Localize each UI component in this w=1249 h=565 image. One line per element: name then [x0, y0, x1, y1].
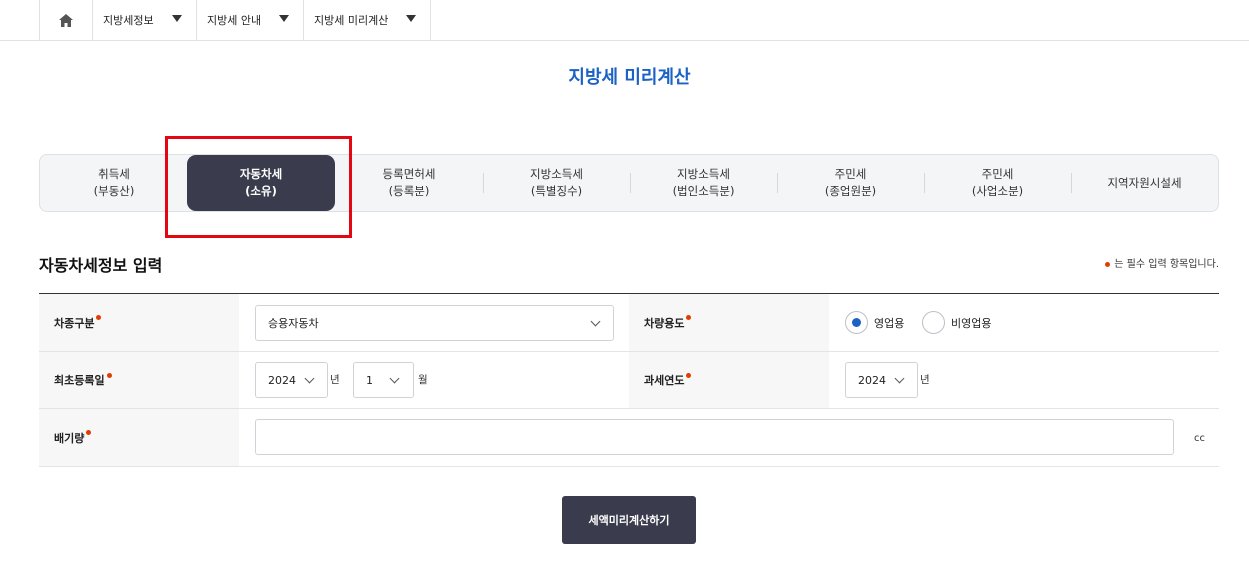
calculate-tax-button[interactable]: 세액미리계산하기: [562, 496, 696, 544]
label-text: 배기량: [54, 431, 85, 445]
breadcrumb-label: 지방세정보: [103, 14, 154, 27]
tab-sublabel: (종업원분): [824, 184, 877, 198]
breadcrumb-local-tax-info[interactable]: 지방세정보: [93, 0, 197, 40]
tab-label: 취득세: [98, 167, 130, 181]
chevron-down-icon: [304, 373, 315, 384]
required-dot-icon: [686, 315, 692, 320]
year-unit: 년: [330, 374, 340, 386]
caret-down-icon: [172, 15, 182, 22]
tab-label: 지방소득세: [530, 167, 583, 181]
chevron-down-icon: [590, 316, 601, 327]
tab-divider: [924, 173, 925, 193]
highlight-box: [165, 136, 352, 238]
select-value: 승용자동차: [268, 317, 319, 330]
radio-checked-icon: [845, 311, 868, 334]
radio-label: 영업용: [874, 316, 905, 330]
year-unit: 년: [920, 374, 930, 386]
form-row: 최초등록일 2024 년 1 월 과세연도 2024 년: [39, 352, 1219, 409]
tab-sublabel: (등록분): [388, 184, 430, 198]
tab-resident-tax-business[interactable]: 주민세 (사업소분): [924, 155, 1071, 211]
breadcrumb-local-tax-guide[interactable]: 지방세 안내: [197, 0, 304, 40]
vehicle-tax-form: 차종구분 승용자동차 차량용도 영업용 비영업용 최초등록일 2024 년 1 …: [39, 293, 1219, 467]
first-reg-month-select[interactable]: 1: [353, 362, 414, 398]
select-value: 1: [366, 373, 373, 387]
tax-year-label: 과세연도: [629, 352, 829, 408]
cc-unit: cc: [1194, 433, 1205, 444]
tab-resident-tax-employee[interactable]: 주민세 (종업원분): [777, 155, 924, 211]
tab-label: 주민세: [834, 167, 867, 181]
home-icon: [59, 13, 73, 27]
radio-non-commercial[interactable]: 비영업용: [922, 311, 991, 334]
tab-label: 지방소득세: [677, 167, 730, 181]
top-navigation: 지방세정보 지방세 안내 지방세 미리계산: [0, 0, 1249, 41]
tab-regional-resource-tax[interactable]: 지역자원시설세: [1071, 155, 1218, 211]
tab-sublabel: (법인소득분): [672, 184, 735, 198]
displacement-label: 배기량: [39, 409, 239, 466]
chevron-down-icon: [894, 373, 905, 384]
radio-unchecked-icon: [922, 311, 945, 334]
tax-year-select[interactable]: 2024: [845, 362, 918, 398]
breadcrumb-label: 지방세 미리계산: [314, 14, 389, 27]
required-note-text: 는 필수 입력 항목입니다.: [1114, 259, 1219, 270]
page-title: 지방세 미리계산: [568, 67, 691, 88]
required-dot-icon: [86, 430, 92, 435]
label-text: 차종구분: [54, 316, 95, 330]
vehicle-type-select[interactable]: 승용자동차: [255, 305, 614, 341]
tab-divider: [777, 173, 778, 193]
home-button[interactable]: [39, 0, 93, 40]
first-registration-label: 최초등록일: [39, 352, 239, 408]
label-text: 과세연도: [644, 374, 685, 387]
required-dot-icon: [96, 315, 102, 320]
required-dot-icon: [1105, 261, 1111, 267]
radio-commercial[interactable]: 영업용: [845, 311, 904, 334]
form-row: 배기량 cc: [39, 409, 1219, 467]
chevron-down-icon: [389, 373, 400, 384]
first-reg-year-select[interactable]: 2024: [255, 362, 328, 398]
month-unit: 월: [418, 374, 428, 386]
select-value: 2024: [858, 373, 886, 387]
tab-label: 등록면허세: [382, 167, 436, 181]
label-text: 차량용도: [644, 316, 685, 330]
caret-down-icon: [406, 15, 416, 22]
radio-label: 비영업용: [951, 316, 992, 330]
select-value: 2024: [268, 373, 296, 387]
tab-local-income-tax-withholding[interactable]: 지방소득세 (특별징수): [483, 155, 630, 211]
required-dot-icon: [686, 372, 692, 378]
tab-divider: [483, 173, 484, 193]
displacement-input[interactable]: [255, 419, 1174, 455]
tab-local-income-tax-corporate[interactable]: 지방소득세 (법인소득분): [630, 155, 777, 211]
vehicle-use-label: 차량용도: [629, 294, 829, 351]
tab-registration-tax[interactable]: 등록면허세 (등록분): [335, 155, 483, 211]
tab-sublabel: (부동산): [93, 184, 135, 198]
form-row: 차종구분 승용자동차 차량용도 영업용 비영업용: [39, 294, 1219, 352]
tab-label: 지역자원시설세: [1107, 175, 1182, 190]
tab-divider: [630, 173, 631, 193]
label-text: 최초등록일: [54, 374, 105, 387]
required-dot-icon: [106, 372, 112, 378]
section-title: 자동차세정보 입력: [39, 256, 163, 275]
breadcrumb-tax-calculator[interactable]: 지방세 미리계산: [304, 0, 431, 40]
tab-label: 주민세: [981, 167, 1014, 181]
tab-sublabel: (특별징수): [530, 184, 583, 198]
vehicle-type-label: 차종구분: [39, 294, 239, 351]
tab-divider: [1071, 173, 1072, 193]
caret-down-icon: [279, 15, 289, 22]
required-note: 는 필수 입력 항목입니다.: [1105, 255, 1219, 270]
breadcrumb-label: 지방세 안내: [207, 14, 262, 27]
tab-sublabel: (사업소분): [971, 184, 1024, 198]
